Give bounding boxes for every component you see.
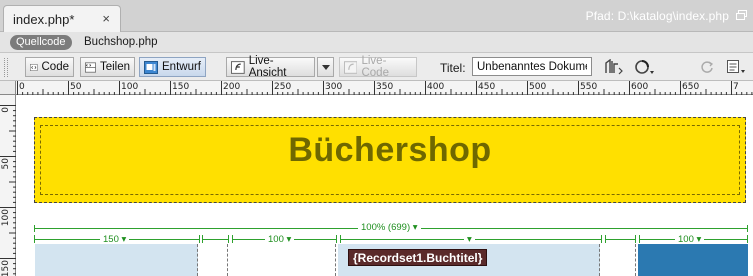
source-code-pill[interactable]: Quellcode [10, 35, 72, 50]
ruler-label: 0 [1, 107, 11, 113]
ruler-label: 550 [580, 82, 598, 92]
ruler-label: 150 [1, 260, 11, 276]
ruler-label: 450 [478, 82, 496, 92]
design-view-label: Entwurf [162, 61, 201, 73]
code-view-button[interactable]: Code [25, 57, 74, 77]
ruler-origin[interactable] [0, 81, 16, 95]
document-tab-label: index.php* [13, 11, 75, 27]
related-files-bar: Quellcode Buchshop.php [0, 32, 753, 53]
table-width-label[interactable]: 100% (699) ▾ [358, 222, 421, 233]
guide-tick [228, 235, 229, 243]
related-file-link[interactable]: Buchshop.php [84, 36, 158, 48]
ruler-label: 300 [325, 82, 343, 92]
toolbar-grip[interactable] [4, 58, 8, 77]
ruler-label: 200 [223, 82, 241, 92]
live-code-label: Live-Code [361, 55, 389, 79]
guide-tick [635, 235, 636, 243]
guide-line [605, 239, 635, 240]
split-view-icon [85, 61, 96, 73]
code-view-icon [30, 63, 38, 71]
table-cell[interactable] [638, 244, 748, 276]
design-view-button[interactable]: Entwurf [139, 57, 206, 77]
guide-tick [199, 235, 200, 243]
code-view-label: Code [41, 61, 70, 73]
ruler-label: 100 [121, 82, 139, 92]
shop-title[interactable]: Büchershop [35, 131, 745, 170]
table-cell[interactable] [602, 244, 636, 276]
restore-icon[interactable] [736, 10, 747, 20]
recordset-field[interactable]: {Recordset1.Buchtitel} [348, 249, 488, 266]
live-view-icon [231, 60, 245, 74]
ruler-label: 50 [70, 82, 82, 92]
file-path-label: Pfad: D:\katalog\index.php [585, 9, 729, 23]
ruler-label: 350 [376, 82, 394, 92]
table-cell[interactable] [200, 244, 228, 276]
table-cell[interactable] [35, 244, 198, 276]
ruler-label: 600 [631, 82, 649, 92]
preview-browser-icon [635, 60, 654, 74]
document-tab[interactable]: index.php* × [3, 5, 121, 32]
ruler-label: 250 [274, 82, 292, 92]
document-title-input[interactable] [472, 57, 592, 76]
view-options-icon [727, 60, 745, 73]
ruler-label: 500 [529, 82, 547, 92]
vertical-ruler-ticks [0, 105, 16, 275]
guide-tick [747, 235, 748, 243]
live-view-button[interactable]: Live-Ansicht [226, 55, 315, 79]
guide-tick [601, 235, 602, 243]
live-code-button[interactable]: Live-Code [339, 55, 417, 79]
ruler-label: 7 [733, 82, 739, 92]
live-view-label: Live-Ansicht [248, 55, 287, 79]
document-tab-bar: index.php* × Pfad: D:\katalog\index.php [0, 0, 753, 32]
live-view-dropdown-button[interactable] [317, 57, 334, 77]
design-view-icon [144, 60, 158, 74]
view-options-button[interactable] [726, 58, 748, 76]
split-view-label: Teilen [99, 61, 130, 73]
file-management-button[interactable] [604, 58, 624, 76]
refresh-icon [701, 61, 714, 73]
ruler-label: 100 [1, 209, 11, 227]
live-code-icon [344, 60, 358, 74]
ruler-label: 50 [1, 158, 11, 170]
refresh-button[interactable] [700, 58, 714, 76]
vertical-ruler[interactable] [0, 95, 16, 276]
header-div[interactable]: Büchershop [34, 117, 746, 203]
guide-line [202, 239, 228, 240]
preview-browser-button[interactable] [634, 58, 656, 76]
ruler-label: 0 [19, 82, 25, 92]
dropdown-arrow-icon [321, 64, 330, 70]
ruler-label: 150 [172, 82, 190, 92]
title-label: Titel: [440, 61, 466, 75]
close-icon[interactable]: × [102, 12, 110, 25]
guide-tick [336, 235, 337, 243]
ruler-label: 650 [682, 82, 700, 92]
table-cell[interactable] [230, 244, 336, 276]
file-management-icon [605, 59, 623, 75]
split-view-button[interactable]: Teilen [80, 57, 135, 77]
ruler-label: 400 [427, 82, 445, 92]
